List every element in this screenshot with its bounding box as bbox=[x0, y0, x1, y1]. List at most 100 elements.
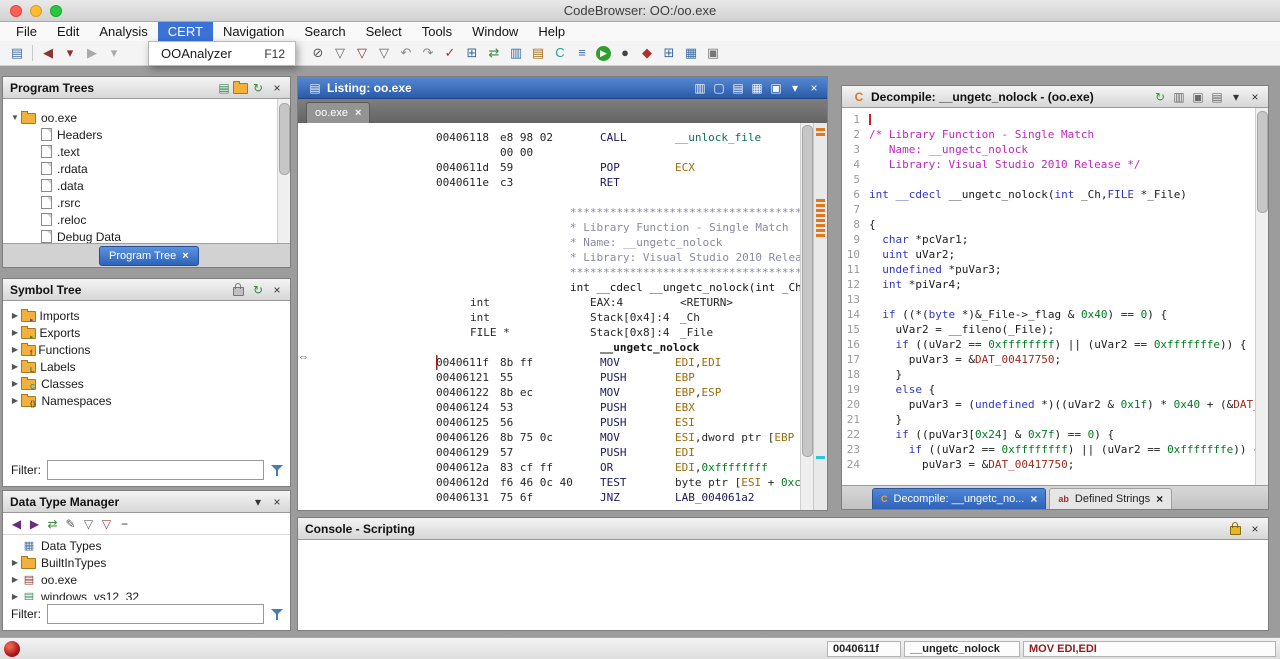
forward-icon[interactable]: ▶ bbox=[82, 44, 102, 62]
back-icon[interactable]: ◀ bbox=[8, 516, 25, 532]
listing-icon[interactable]: ▤ bbox=[306, 80, 324, 96]
expander-icon[interactable]: ▶ bbox=[9, 396, 21, 405]
open-folder-icon[interactable] bbox=[233, 83, 248, 94]
menu-item-navigation[interactable]: Navigation bbox=[213, 22, 294, 41]
decompile-line[interactable]: 5 bbox=[842, 172, 1255, 187]
decompile-line[interactable]: 6int __cdecl __ungetc_nolock(int _Ch,FIL… bbox=[842, 187, 1255, 202]
snapshot-icon[interactable]: ▣ bbox=[767, 80, 785, 96]
tree-item[interactable]: Debug Data bbox=[3, 228, 277, 243]
overview-mark[interactable] bbox=[816, 204, 825, 207]
decompile-line[interactable]: 24 puVar3 = &DAT_00417750; bbox=[842, 457, 1255, 472]
filter-settings-icon[interactable] bbox=[270, 607, 284, 622]
overview-mark[interactable] bbox=[816, 234, 825, 237]
filter-clear-icon[interactable]: ▽ bbox=[374, 44, 394, 62]
close-icon[interactable]: × bbox=[268, 282, 286, 298]
data-type-filter-input[interactable] bbox=[47, 604, 264, 624]
splitter-handle[interactable]: ⇔ bbox=[298, 351, 309, 363]
tab-defined-strings[interactable]: abDefined Strings× bbox=[1049, 488, 1172, 509]
save-icon[interactable]: ▤ bbox=[7, 44, 27, 62]
menu-item-select[interactable]: Select bbox=[356, 22, 412, 41]
dtm-item-data-types[interactable]: ▦Data Types bbox=[3, 537, 290, 554]
menu-item-edit[interactable]: Edit bbox=[47, 22, 89, 41]
symbol-tree-item-classes[interactable]: ▶CClasses bbox=[3, 375, 290, 392]
new-tree-icon[interactable]: ▤ bbox=[215, 80, 233, 96]
close-icon[interactable]: × bbox=[805, 80, 823, 96]
close-icon[interactable]: × bbox=[1246, 89, 1264, 105]
lock-icon[interactable] bbox=[1230, 526, 1241, 535]
validate-icon[interactable]: ✓ bbox=[440, 44, 460, 62]
decompile-line[interactable]: 8{ bbox=[842, 217, 1255, 232]
expander-icon[interactable]: ▶ bbox=[9, 592, 21, 600]
redo-icon[interactable]: ↷ bbox=[418, 44, 438, 62]
listing-line[interactable]: 00406118e8 98 02CALL__unlock_file bbox=[298, 130, 800, 145]
tree-item[interactable]: .rdata bbox=[3, 160, 277, 177]
symbol-tree-item-functions[interactable]: ▶fFunctions bbox=[3, 341, 290, 358]
lock-icon[interactable] bbox=[233, 287, 244, 296]
listing-line[interactable]: 0040613175 6fJNZLAB_004061a2 bbox=[298, 490, 800, 505]
forward-icon[interactable]: ▶ bbox=[26, 516, 43, 532]
tree-item[interactable]: Headers bbox=[3, 126, 277, 143]
dtm-item-builtintypes[interactable]: ▶BuiltInTypes bbox=[3, 554, 290, 571]
symbol-tree-filter-input[interactable] bbox=[47, 460, 264, 480]
decompile-line[interactable]: 17 puVar3 = &DAT_00417750; bbox=[842, 352, 1255, 367]
decompile-line[interactable]: 1 bbox=[842, 112, 1255, 127]
close-icon[interactable]: × bbox=[182, 250, 188, 262]
listing-line[interactable]: __ungetc_nolock bbox=[298, 340, 800, 355]
overview-mark[interactable] bbox=[816, 229, 825, 232]
menu-icon[interactable]: ▾ bbox=[1227, 89, 1245, 105]
listing-line[interactable]: 004061268b 75 0cMOVESI,dword ptr [EBP + … bbox=[298, 430, 800, 445]
expander-icon[interactable]: ▶ bbox=[9, 311, 21, 320]
memory-map-icon[interactable]: ⊞ bbox=[462, 44, 482, 62]
listing-line[interactable]: ****************************************… bbox=[298, 265, 800, 280]
collapse-all-icon[interactable]: − bbox=[116, 516, 133, 532]
overview-mark[interactable] bbox=[816, 219, 825, 222]
close-icon[interactable]: × bbox=[1156, 492, 1163, 506]
copy-view-icon[interactable]: ▥ bbox=[691, 80, 709, 96]
menu-item-tools[interactable]: Tools bbox=[412, 22, 462, 41]
dtm-item-oo-exe[interactable]: ▶▤oo.exe bbox=[3, 571, 290, 588]
overview-mark[interactable] bbox=[816, 199, 825, 202]
scrollbar-thumb[interactable] bbox=[279, 103, 290, 175]
bytes-viewer-icon[interactable]: ▥ bbox=[506, 44, 526, 62]
menu-item-analysis[interactable]: Analysis bbox=[89, 22, 157, 41]
listing-line[interactable]: 004061228b ecMOVEBP,ESP bbox=[298, 385, 800, 400]
refresh-decompile-icon[interactable]: ↻ bbox=[1151, 89, 1169, 105]
decompile-line[interactable]: 15 uVar2 = __fileno(_File); bbox=[842, 322, 1255, 337]
listing-line[interactable]: * Library Function - Single Match bbox=[298, 220, 800, 235]
expander-icon[interactable]: ▶ bbox=[9, 328, 21, 337]
overview-mark[interactable] bbox=[816, 209, 825, 212]
listing-line[interactable]: 0040611f8b ffMOVEDI,EDI bbox=[298, 355, 800, 370]
listing-tab-oo-exe[interactable]: oo.exe × bbox=[306, 102, 370, 123]
tree-item[interactable]: .reloc bbox=[3, 211, 277, 228]
listing-line[interactable]: int __cdecl __ungetc_nolock(int _Ch,FILE… bbox=[298, 280, 800, 295]
fields-icon[interactable]: ▤ bbox=[729, 80, 747, 96]
decompile-line[interactable]: 9 char *pcVar1; bbox=[842, 232, 1255, 247]
decompile-line[interactable]: 4 Library: Visual Studio 2010 Release */ bbox=[842, 157, 1255, 172]
menu-icon[interactable]: ▾ bbox=[786, 80, 804, 96]
listing-line[interactable]: 0040612df6 46 0c 40TESTbyte ptr [ESI + 0… bbox=[298, 475, 800, 490]
scrollbar[interactable] bbox=[277, 99, 290, 243]
close-icon[interactable]: × bbox=[1246, 521, 1264, 537]
decompile-line[interactable]: 7 bbox=[842, 202, 1255, 217]
listing-line[interactable]: 0040612556PUSHESI bbox=[298, 415, 800, 430]
scrollbar[interactable] bbox=[800, 123, 813, 510]
edit-filter-icon[interactable]: ✎ bbox=[62, 516, 79, 532]
tab-decompile-ungetc-no-[interactable]: CDecompile: __ungetc_no...× bbox=[872, 488, 1046, 509]
filter-icon[interactable]: ▽ bbox=[80, 516, 97, 532]
snapshot-icon[interactable]: ▣ bbox=[1189, 89, 1207, 105]
program-tree-tab[interactable]: Program Tree × bbox=[99, 246, 199, 266]
close-icon[interactable]: × bbox=[268, 80, 286, 96]
menu-item-window[interactable]: Window bbox=[462, 22, 528, 41]
close-icon[interactable]: × bbox=[355, 107, 361, 119]
expander-icon[interactable]: ▶ bbox=[9, 379, 21, 388]
memory-icon[interactable]: ⊞ bbox=[659, 44, 679, 62]
decompile-line[interactable]: 10 uint uVar2; bbox=[842, 247, 1255, 262]
symbol-tree-item-exports[interactable]: ▶▸Exports bbox=[3, 324, 290, 341]
expander-icon[interactable]: ▶ bbox=[9, 558, 21, 567]
data-viewer-icon[interactable]: ▤ bbox=[528, 44, 548, 62]
listing-line[interactable]: 0040612957PUSHEDI bbox=[298, 445, 800, 460]
menu-item-file[interactable]: File bbox=[6, 22, 47, 41]
equates-icon[interactable]: ≡ bbox=[572, 44, 592, 62]
scrollbar-thumb[interactable] bbox=[802, 125, 813, 457]
menu-item-search[interactable]: Search bbox=[294, 22, 355, 41]
